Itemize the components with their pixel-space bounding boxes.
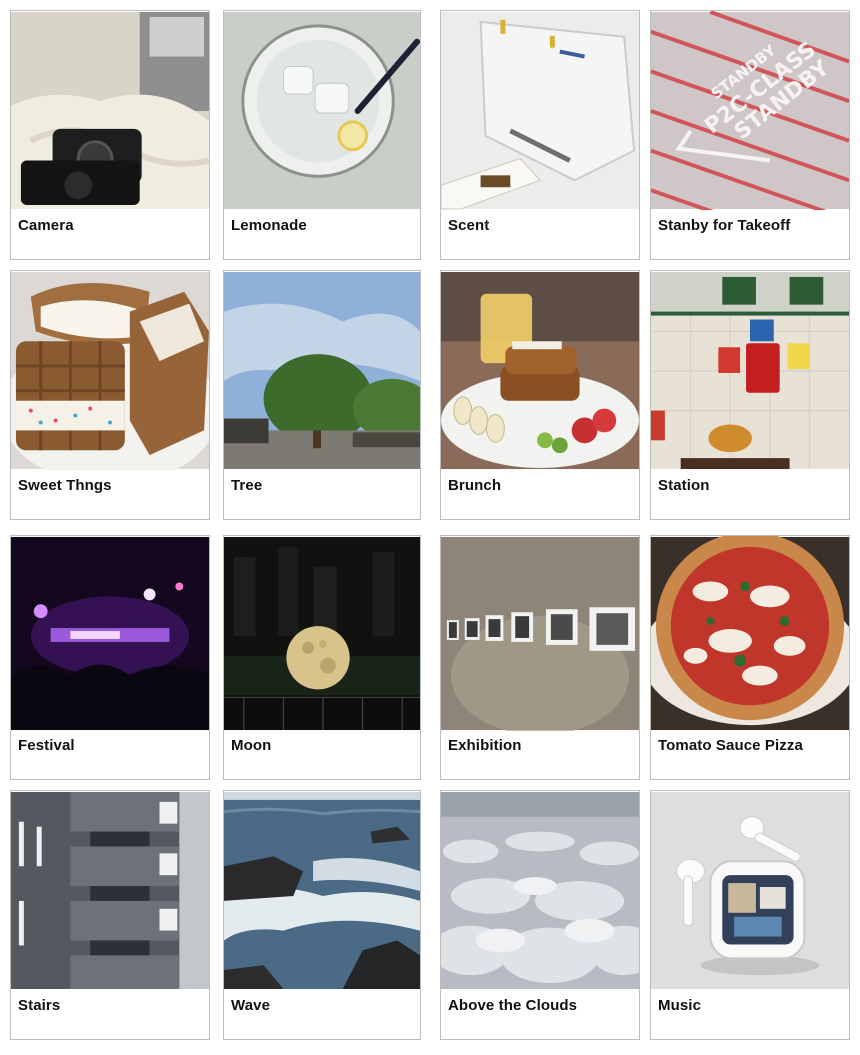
french-toast-photo [441, 271, 639, 470]
moon-sculpture-photo [224, 536, 420, 731]
lemonade-photo [224, 11, 420, 210]
earbuds-photo [651, 791, 849, 990]
card-title: Lemonade [231, 217, 307, 234]
card-title: Above the Clouds [448, 997, 578, 1014]
card-title: Tree [231, 477, 263, 494]
card-title: Stairs [18, 997, 61, 1014]
photo-card-clouds[interactable]: Above the Clouds [440, 790, 640, 1040]
ocean-wave-photo [224, 791, 420, 990]
scent-photo [441, 11, 639, 210]
camera-photo [11, 11, 209, 210]
concert-photo [11, 536, 209, 731]
photo-card-exhibition[interactable]: Exhibition [440, 535, 640, 780]
photo-card-brunch[interactable]: Brunch [440, 270, 640, 520]
waffle-dessert-photo [11, 271, 209, 470]
photo-card-stairs[interactable]: Stairs [10, 790, 210, 1040]
photo-card-pizza[interactable]: Tomato Sauce Pizza [650, 535, 850, 780]
card-title: Stanby for Takeoff [658, 217, 791, 234]
photo-card-festival[interactable]: Festival [10, 535, 210, 780]
pizza-photo [651, 536, 849, 731]
photo-card-scent[interactable]: Scent [440, 10, 640, 260]
photo-card-takeoff[interactable]: P2C-CLASS STANDBY STANDBY Stanby for Tak… [650, 10, 850, 260]
card-title: Scent [448, 217, 490, 234]
photo-card-music[interactable]: Music [650, 790, 850, 1040]
card-title: Sweet Thngs [18, 477, 112, 494]
photo-card-tree[interactable]: Tree [223, 270, 421, 520]
photo-card-wave[interactable]: Wave [223, 790, 421, 1040]
card-title: Moon [231, 737, 272, 754]
card-title: Station [658, 477, 710, 494]
card-title: Wave [231, 997, 271, 1014]
card-title: Camera [18, 217, 74, 234]
photo-card-station[interactable]: Station [650, 270, 850, 520]
photo-card-lemonade[interactable]: Lemonade [223, 10, 421, 260]
card-title: Exhibition [448, 737, 522, 754]
runway-marking-photo: P2C-CLASS STANDBY STANDBY [651, 11, 849, 210]
photo-card-sweet-things[interactable]: Sweet Thngs [10, 270, 210, 520]
station-phone-photo [651, 271, 849, 470]
photo-card-moon[interactable]: Moon [223, 535, 421, 780]
card-title: Festival [18, 737, 75, 754]
building-stairs-photo [11, 791, 209, 990]
photo-card-camera[interactable]: Camera [10, 10, 210, 260]
card-title: Music [658, 997, 702, 1014]
card-title: Brunch [448, 477, 502, 494]
card-title: Tomato Sauce Pizza [658, 737, 803, 754]
clouds-photo [441, 791, 639, 990]
gallery-wall-photo [441, 536, 639, 731]
tree-photo [224, 271, 420, 470]
